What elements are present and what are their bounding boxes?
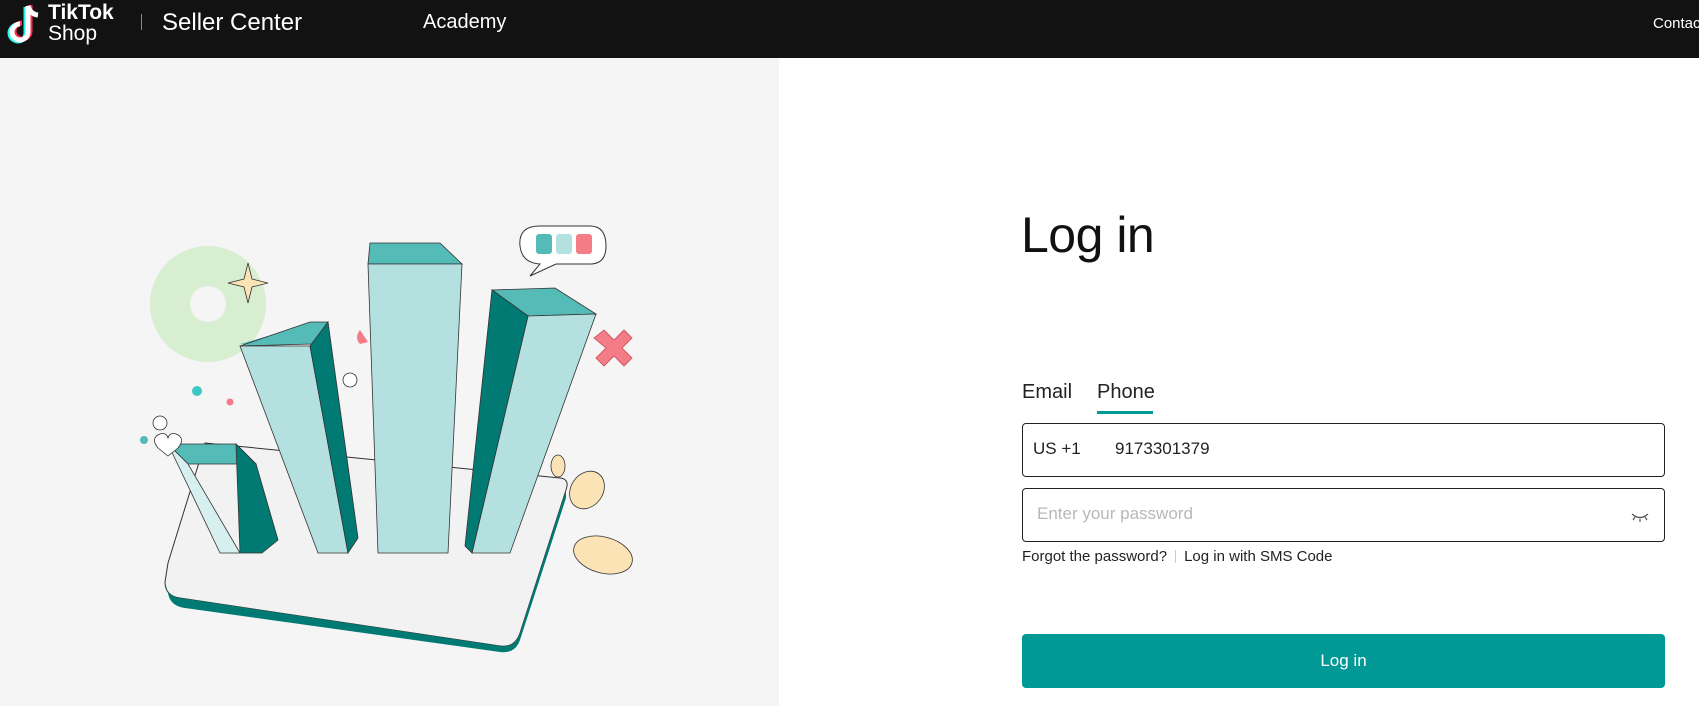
- logo-line-1: TikTok: [48, 1, 114, 24]
- sms-login-link[interactable]: Log in with SMS Code: [1184, 548, 1332, 565]
- tiktok-logo-icon: [7, 5, 39, 44]
- nav-contact-link[interactable]: Contact: [1653, 15, 1699, 32]
- product-name: Seller Center: [162, 9, 303, 36]
- forgot-password-link[interactable]: Forgot the password?: [1022, 548, 1167, 565]
- auth-links: Forgot the password? Log in with SMS Code: [1022, 548, 1333, 565]
- link-divider: [1175, 550, 1177, 563]
- tab-phone[interactable]: Phone: [1097, 381, 1155, 404]
- phone-input[interactable]: [1115, 439, 1615, 459]
- country-code-selector[interactable]: US +1: [1033, 439, 1081, 459]
- bar-chart-illustration: [140, 225, 633, 653]
- login-button[interactable]: Log in: [1022, 634, 1665, 688]
- password-input[interactable]: [1037, 504, 1597, 524]
- nav-academy-link[interactable]: Academy: [423, 11, 506, 34]
- page-title: Log in: [1021, 207, 1155, 263]
- phone-field[interactable]: US +1: [1022, 423, 1665, 477]
- active-tab-indicator: [1097, 411, 1153, 414]
- tiktok-shop-logo[interactable]: TikTok Shop: [6, 2, 126, 48]
- password-field[interactable]: [1022, 488, 1665, 542]
- logo-line-2: Shop: [48, 22, 98, 45]
- header-divider: [141, 14, 142, 30]
- illustration-panel: [0, 58, 779, 706]
- tab-email[interactable]: Email: [1022, 381, 1072, 404]
- top-nav-bar: TikTok Shop Seller Center Academy Contac…: [0, 0, 1699, 58]
- logo-wordmark: TikTok Shop: [48, 2, 114, 44]
- eye-closed-icon[interactable]: [1630, 509, 1650, 523]
